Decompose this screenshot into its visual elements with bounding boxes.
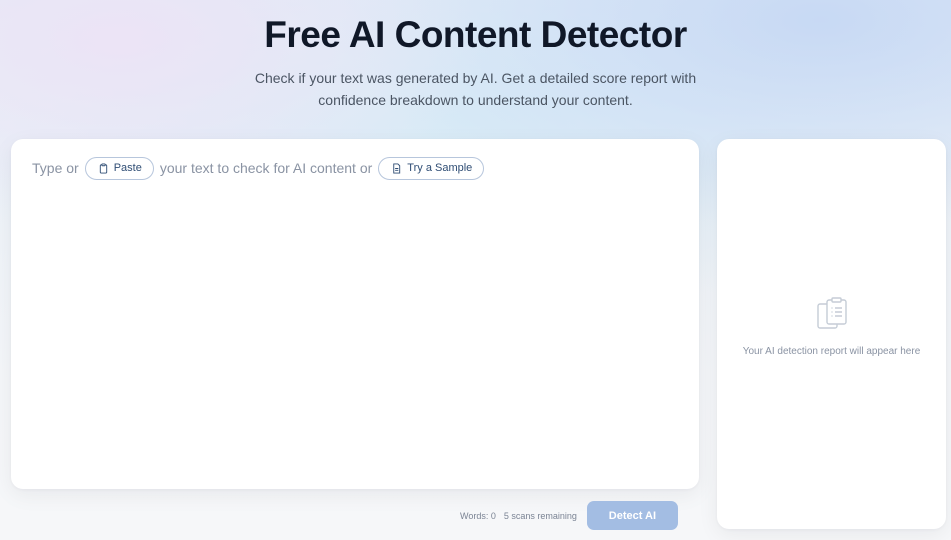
page-subtitle: Check if your text was generated by AI. … — [254, 70, 697, 108]
try-sample-label: Try a Sample — [407, 162, 473, 174]
document-icon — [393, 162, 401, 174]
report-placeholder: Your AI detection report will appear her… — [742, 346, 921, 357]
editor-footer: Words: 0 5 scans remaining Detect AI — [460, 501, 678, 530]
try-sample-button[interactable]: Try a Sample — [378, 156, 485, 180]
report-panel: Your AI detection report will appear her… — [717, 139, 946, 529]
text-input-area[interactable]: Type or Paste your text to check for AI … — [11, 139, 699, 489]
paste-label: Paste — [113, 162, 142, 174]
prompt-middle: your text to check for AI content or — [159, 160, 373, 176]
page-title: Free AI Content Detector — [264, 14, 687, 55]
scans-remaining: 5 scans remaining — [503, 510, 577, 521]
clipboard-list-icon — [817, 297, 847, 329]
paste-button[interactable]: Paste — [84, 156, 154, 180]
prompt-prefix: Type or — [32, 160, 79, 176]
clipboard-icon — [99, 162, 107, 174]
word-count: Words: 0 — [460, 510, 496, 521]
input-placeholder: Type or Paste your text to check for AI … — [32, 156, 485, 180]
detect-ai-button[interactable]: Detect AI — [586, 501, 678, 530]
